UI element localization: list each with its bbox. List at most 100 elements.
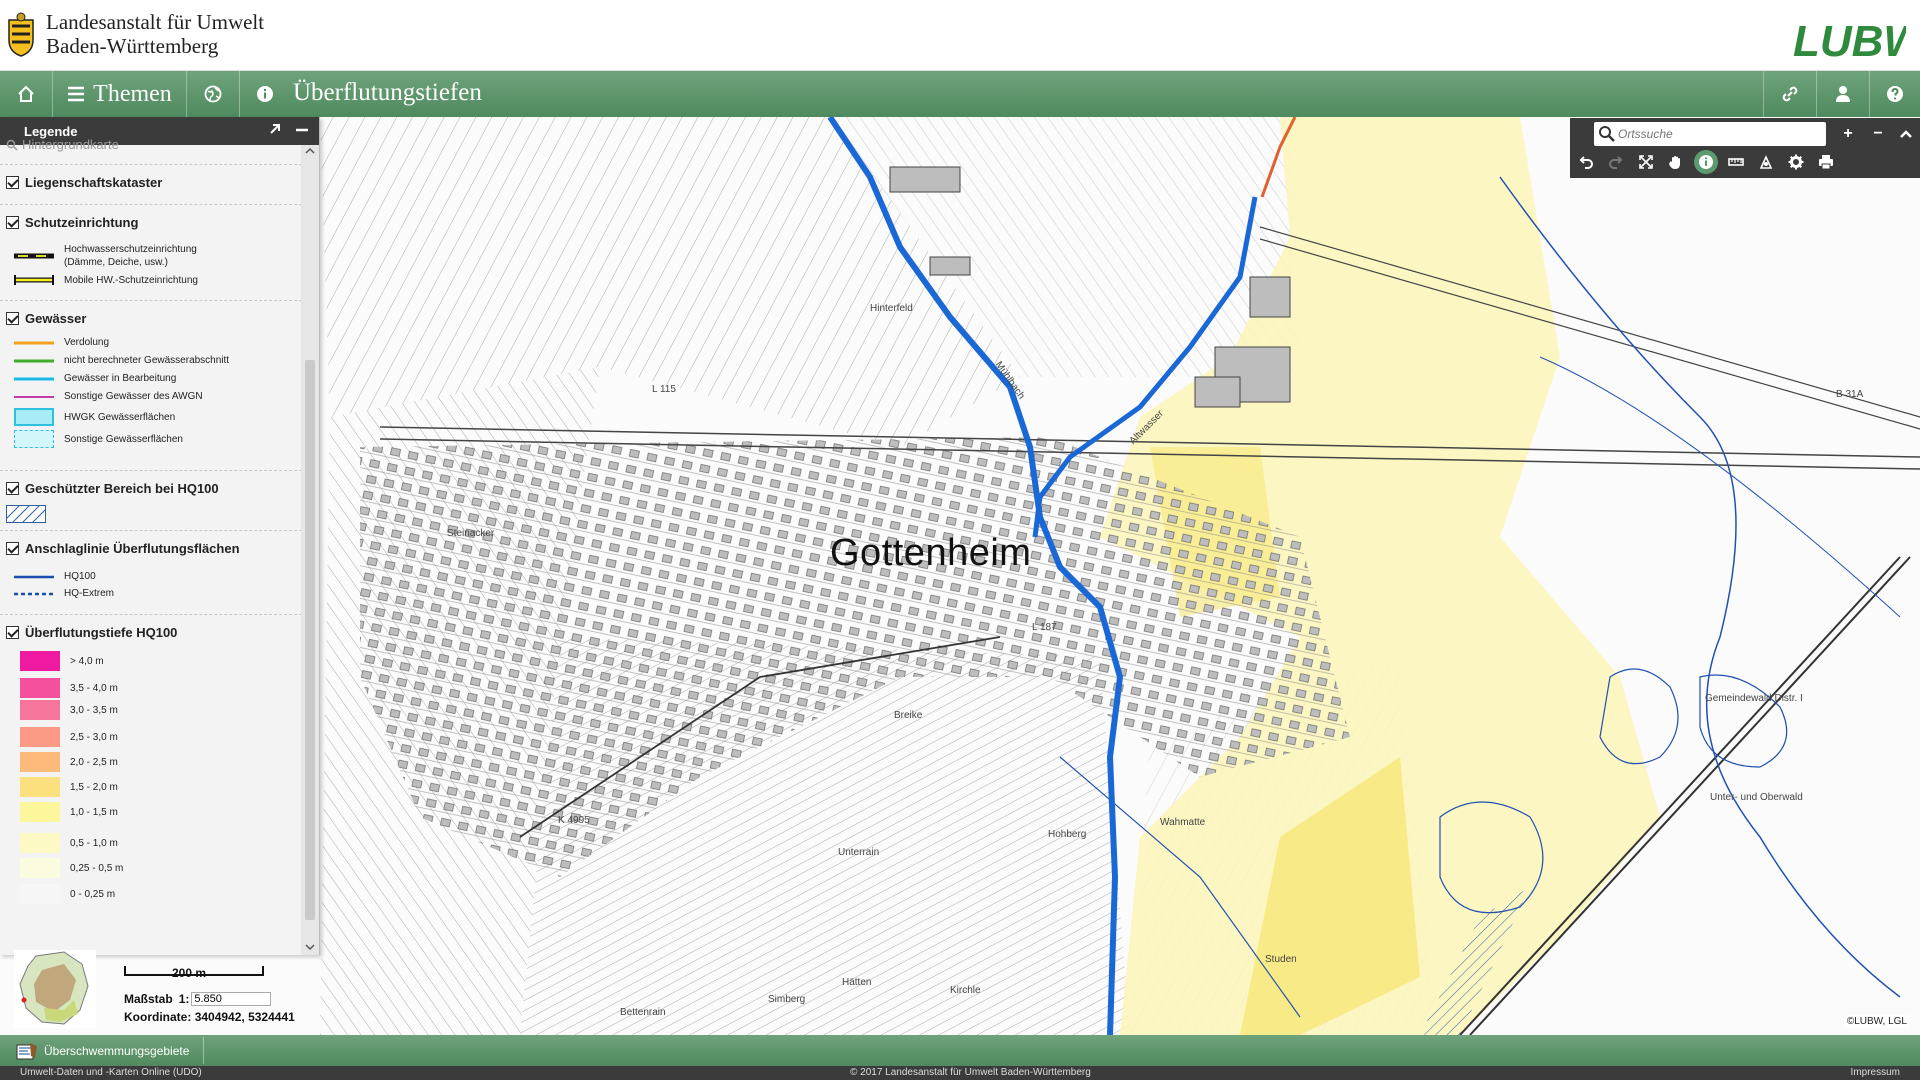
measure-button[interactable]: [1724, 150, 1748, 174]
zoom-out-button[interactable]: −: [1866, 122, 1890, 146]
legend-item-label: 1,0 - 1,5 m: [70, 806, 118, 818]
legend-group-geschuetzt: Geschützter Bereich bei HQ100: [0, 470, 302, 530]
coordinate-value: 3404942, 5324441: [194, 1010, 295, 1024]
pan-button[interactable]: [1664, 150, 1688, 174]
org-name-line2: Baden-Württemberg: [46, 34, 219, 58]
layer-checkbox-tiefe[interactable]: [6, 626, 19, 639]
identify-button[interactable]: [1694, 150, 1718, 174]
legend-item-hw-schutz: Hochwasserschutzeinrichtung (Dämme, Deich…: [14, 243, 197, 269]
legend-item-hwgk-flaechen: HWGK Gewässerflächen: [14, 408, 175, 426]
line-symbol-magenta: [14, 395, 54, 398]
depth-swatch: [20, 833, 60, 853]
map-label-kirchle: Kirchle: [950, 985, 981, 996]
lubw-logo-text: LUBW: [1793, 17, 1906, 62]
minimize-icon: [296, 128, 308, 132]
depth-swatch: [20, 651, 60, 671]
draw-button[interactable]: [1754, 150, 1778, 174]
footer-impressum-link[interactable]: Impressum: [1851, 1067, 1900, 1078]
legend-item-depth-class: 1,0 - 1,5 m: [20, 802, 118, 822]
legend-item-label: 1,5 - 2,0 m: [70, 781, 118, 793]
search-icon: [6, 139, 18, 151]
place-search-input[interactable]: [1618, 127, 1808, 141]
zoom-in-button[interactable]: +: [1836, 122, 1860, 146]
scale-bar-label: 200 m: [172, 966, 207, 980]
legend-scrollbar[interactable]: [301, 145, 319, 955]
scrollbar-thumb[interactable]: [305, 360, 315, 920]
help-button[interactable]: [1870, 71, 1920, 117]
legend-item-in-bearbeitung: Gewässer in Bearbeitung: [14, 373, 176, 384]
scale-field-prefix: 1:: [178, 992, 190, 1006]
header: Landesanstalt für Umwelt Baden-Württembe…: [0, 0, 1920, 71]
legend-group-header[interactable]: Überflutungstiefe HQ100: [6, 625, 177, 640]
legend-group-header[interactable]: Geschützter Bereich bei HQ100: [6, 481, 219, 496]
legend-item-mobile-schutz: Mobile HW.-Schutzeinrichtung: [14, 273, 198, 287]
depth-swatch: [20, 777, 60, 797]
layer-checkbox-kataster[interactable]: [6, 176, 19, 189]
place-search[interactable]: [1594, 122, 1826, 146]
legend-item-label: Hochwasserschutzeinrichtung: [64, 244, 197, 255]
info-button[interactable]: [245, 71, 285, 117]
legend-group-header[interactable]: Liegenschaftskataster: [6, 175, 162, 190]
layer-checkbox-anschlag[interactable]: [6, 542, 19, 555]
scale-input[interactable]: [191, 992, 272, 1006]
scale-info: 200 m Maßstab 1: Koordinate: 3404942, 53…: [112, 952, 312, 1028]
redo-button[interactable]: [1604, 150, 1628, 174]
map-toolbar: + −: [1570, 118, 1920, 178]
tab-ueberschwemmungsgebiete[interactable]: Überschwemmungsgebiete: [6, 1037, 205, 1064]
legend-item-label: 2,0 - 2,5 m: [70, 756, 118, 768]
lubw-logo[interactable]: LUBW: [1791, 16, 1906, 62]
print-button[interactable]: [1814, 150, 1838, 174]
collapse-toolbar-button[interactable]: [1894, 122, 1918, 146]
themen-menu-button[interactable]: Themen: [53, 71, 186, 117]
legend-group-title: Geschützter Bereich bei HQ100: [25, 481, 219, 496]
legend-cut-item: Hintergrundkarte: [6, 137, 119, 152]
map-label-k4995: K 4995: [558, 815, 590, 826]
legend-group-kataster: Liegenschaftskataster: [0, 164, 302, 204]
legend-panel: Legende Hintergrundkarte Liegenschaftska…: [0, 117, 320, 955]
depth-swatch: [20, 802, 60, 822]
legend-item-depth-class: 0 - 0,25 m: [20, 884, 115, 904]
menu-icon: [68, 86, 85, 102]
undo-button[interactable]: [1574, 150, 1598, 174]
legend-group-header[interactable]: Gewässer: [6, 311, 86, 326]
legend-group-schutz: Schutzeinrichtung Hochwasserschutzeinric…: [0, 204, 302, 300]
legend-popout-button[interactable]: [268, 122, 286, 140]
map-label-haetten: Hätten: [842, 977, 872, 988]
map-book-icon: [16, 1042, 37, 1059]
hand-icon: [1669, 156, 1680, 169]
user-button[interactable]: [1817, 71, 1869, 117]
globe-icon: [204, 85, 222, 103]
legend-group-header[interactable]: Schutzeinrichtung: [6, 215, 138, 230]
legend-item-hq100: HQ100: [14, 571, 96, 582]
arrow-up-right-icon: [270, 124, 280, 134]
map-label-simberg: Simberg: [768, 994, 806, 1005]
layer-checkbox-schutz[interactable]: [6, 216, 19, 229]
map-label-l115: L 115: [652, 384, 676, 395]
page-title: Überflutungstiefen: [293, 79, 482, 106]
map-tool-row: [1570, 148, 1920, 176]
coordinate-label: Koordinate:: [124, 1010, 192, 1024]
home-button[interactable]: [0, 71, 52, 117]
layer-checkbox-geschuetzt[interactable]: [6, 482, 19, 495]
footer-udo-link[interactable]: Umwelt-Daten und -Karten Online (UDO): [20, 1067, 202, 1078]
legend-item-label: Gewässer in Bearbeitung: [64, 373, 177, 384]
line-symbol-cyan: [14, 377, 54, 380]
depth-swatch: [20, 752, 60, 772]
map-attribution: ©LUBW, LGL: [1843, 1015, 1910, 1028]
legend-minimize-button[interactable]: [295, 122, 313, 140]
legend-body[interactable]: Hintergrundkarte Liegenschaftskataster S…: [0, 137, 302, 955]
overview-minimap[interactable]: [14, 950, 96, 1028]
link-button[interactable]: [1764, 71, 1816, 117]
globe-button[interactable]: [187, 71, 239, 117]
settings-button[interactable]: [1784, 150, 1808, 174]
chevron-up-icon[interactable]: [305, 147, 315, 155]
chevron-down-icon[interactable]: [305, 943, 315, 951]
organization-name: Landesanstalt für Umwelt Baden-Württembe…: [46, 10, 264, 58]
depth-swatch: [20, 700, 60, 720]
legend-item-label: Sonstige Gewässerflächen: [64, 433, 183, 445]
layer-checkbox-gewaesser[interactable]: [6, 312, 19, 325]
coat-of-arms-icon: [8, 12, 34, 57]
legend-group-header[interactable]: Anschlaglinie Überflutungsflächen: [6, 541, 240, 556]
map-label-unterrain: Unterrain: [838, 847, 880, 858]
full-extent-button[interactable]: [1634, 150, 1658, 174]
